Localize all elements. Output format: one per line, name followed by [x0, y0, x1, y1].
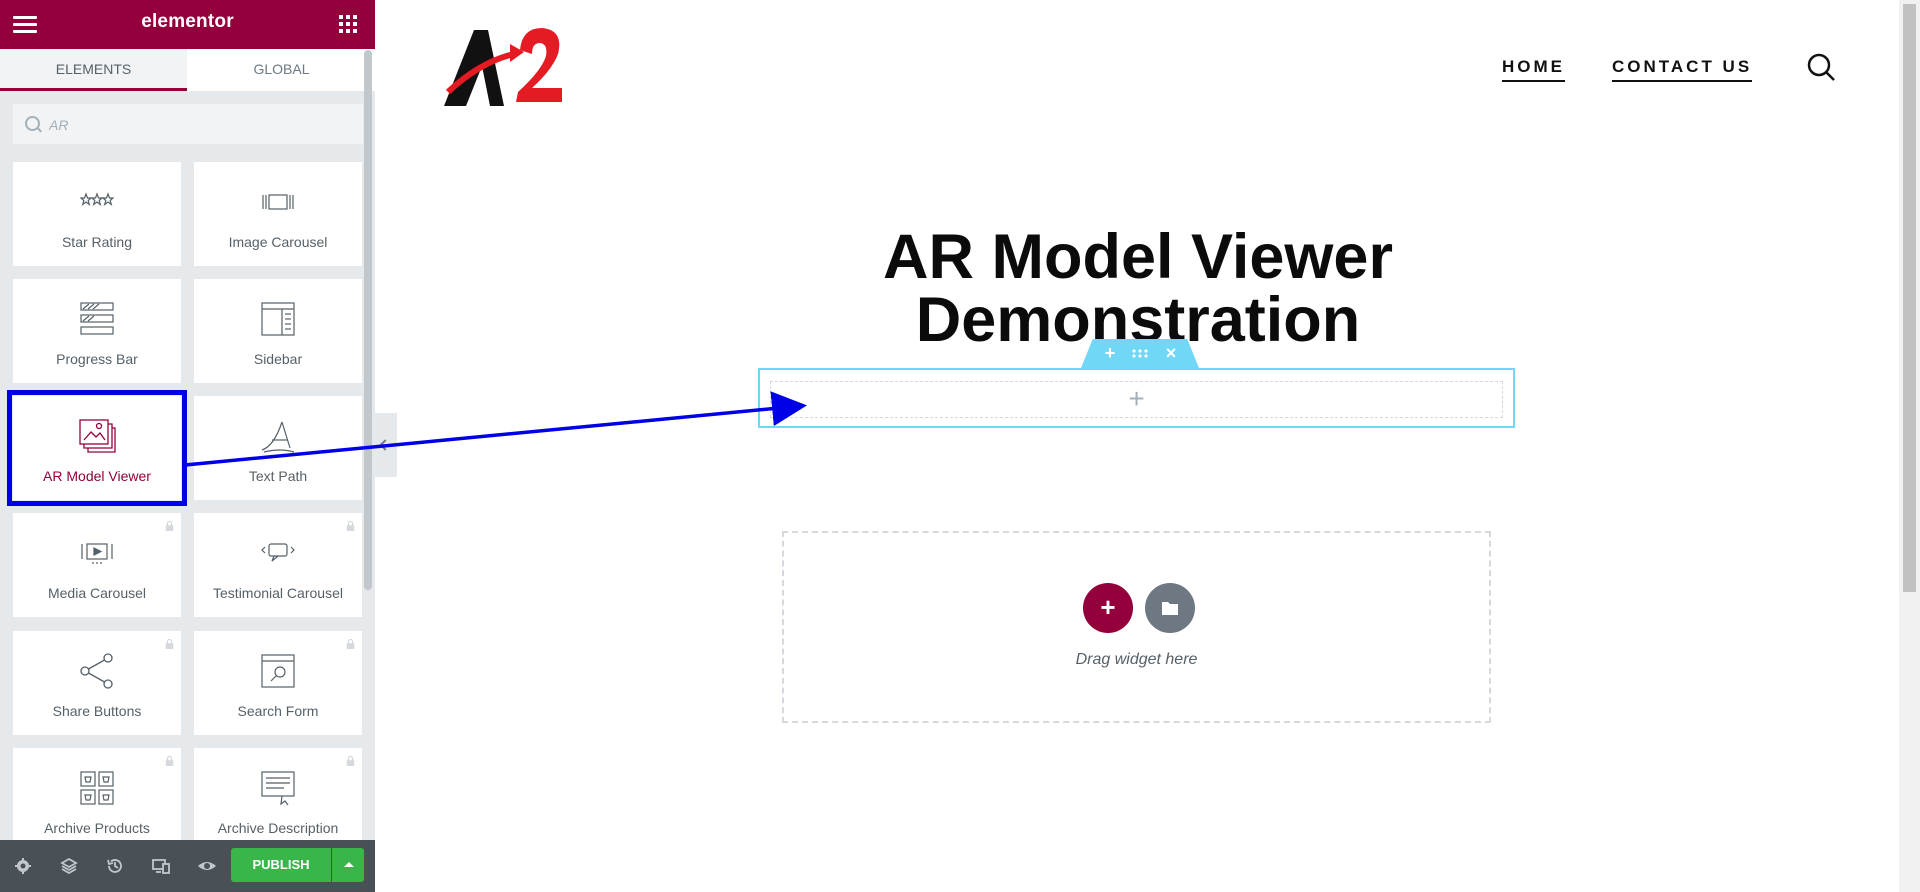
gallery-icon — [13, 416, 181, 456]
panel-header: elementor — [0, 0, 375, 49]
brand-logo: elementor — [141, 11, 234, 32]
tab-global[interactable]: GLOBAL — [188, 49, 375, 91]
add-section-dropzone[interactable]: + Drag widget here — [782, 531, 1491, 723]
widget-label: Media Carousel — [47, 585, 147, 601]
widget-label: Archive Products — [44, 820, 150, 836]
apps-grid-icon[interactable] — [339, 15, 357, 33]
widget-search — [13, 104, 363, 146]
widget-image-carousel[interactable]: Image Carousel — [194, 162, 362, 266]
widget-ar-model-viewer[interactable]: AR Model Viewer — [7, 390, 187, 506]
section-handle: + × — [1081, 339, 1199, 368]
search-form-icon — [194, 651, 362, 691]
lock-icon — [346, 521, 355, 531]
widget-share-buttons[interactable]: Share Buttons — [13, 631, 181, 735]
widget-sidebar[interactable]: Sidebar — [194, 279, 362, 383]
archive-products-icon — [13, 768, 181, 808]
preview-icon[interactable] — [197, 856, 217, 876]
elementor-panel: elementor ELEMENTS GLOBAL Star Rating — [0, 0, 375, 892]
widget-archive-description[interactable]: Archive Description — [194, 748, 362, 852]
add-widget-icon[interactable]: + — [771, 385, 1502, 413]
delete-section-icon[interactable]: × — [1161, 343, 1181, 363]
widget-label: Sidebar — [253, 351, 303, 367]
progress-bar-icon — [13, 299, 181, 339]
widget-text-path[interactable]: Text Path — [194, 396, 362, 500]
panel-tabs: ELEMENTS GLOBAL — [0, 49, 375, 91]
search-input[interactable] — [47, 104, 351, 146]
widget-label: Text Path — [248, 468, 308, 484]
folder-icon — [1162, 602, 1178, 615]
site-search-icon[interactable] — [1806, 52, 1836, 82]
page-title-line1: AR Model Viewer — [883, 222, 1393, 292]
widget-label: Progress Bar — [56, 351, 138, 367]
add-template-button[interactable] — [1145, 583, 1195, 633]
lock-icon — [165, 756, 174, 766]
widget-label: Archive Description — [217, 820, 339, 836]
canvas-scrollbar-thumb[interactable] — [1903, 4, 1916, 592]
preview-canvas: HOME CONTACT US AR Model Viewer Demonstr… — [375, 0, 1920, 892]
widget-progress-bar[interactable]: Progress Bar — [13, 279, 181, 383]
lock-icon — [346, 639, 355, 649]
lock-icon — [165, 639, 174, 649]
widget-media-carousel[interactable]: Media Carousel — [13, 513, 181, 617]
lock-icon — [165, 521, 174, 531]
navigator-icon[interactable] — [59, 856, 79, 876]
share-icon — [13, 651, 181, 691]
tab-elements[interactable]: ELEMENTS — [0, 49, 187, 91]
add-new-section-button[interactable]: + — [1083, 583, 1133, 633]
widget-label: Share Buttons — [52, 703, 142, 719]
nav-home[interactable]: HOME — [1502, 57, 1565, 82]
drag-handle-icon[interactable] — [1130, 343, 1150, 363]
widget-label: Image Carousel — [228, 234, 328, 250]
widget-search-form[interactable]: Search Form — [194, 631, 362, 735]
responsive-icon[interactable] — [151, 856, 171, 876]
widget-label: AR Model Viewer — [43, 468, 151, 484]
canvas-scrollbar — [1899, 0, 1920, 892]
star-rating-icon — [13, 182, 181, 222]
page-title: AR Model Viewer Demonstration — [375, 226, 1901, 352]
add-section-icon[interactable]: + — [1100, 343, 1120, 363]
testimonial-carousel-icon — [194, 533, 362, 573]
widget-star-rating[interactable]: Star Rating — [13, 162, 181, 266]
nav-contact-us[interactable]: CONTACT US — [1612, 57, 1753, 82]
media-carousel-icon — [13, 533, 181, 573]
widget-label: Testimonial Carousel — [213, 585, 343, 601]
settings-icon[interactable] — [13, 856, 33, 876]
publish-options-button[interactable] — [332, 848, 364, 882]
widget-archive-products[interactable]: Archive Products — [13, 748, 181, 852]
search-icon — [25, 116, 40, 131]
drop-hint: Drag widget here — [1075, 651, 1198, 668]
sidebar-icon — [194, 299, 362, 339]
widget-testimonial-carousel[interactable]: Testimonial Carousel — [194, 513, 362, 617]
widget-label: Star Rating — [61, 234, 133, 250]
lock-icon — [346, 756, 355, 766]
widget-label: Search Form — [237, 703, 319, 719]
site-logo[interactable] — [440, 22, 570, 110]
text-path-icon — [194, 416, 362, 456]
history-icon[interactable] — [105, 856, 125, 876]
archive-description-icon — [194, 768, 362, 808]
empty-column[interactable]: + — [770, 381, 1503, 418]
panel-scrollbar[interactable] — [364, 50, 372, 590]
publish-button[interactable]: PUBLISH — [231, 848, 331, 882]
image-carousel-icon — [194, 182, 362, 222]
